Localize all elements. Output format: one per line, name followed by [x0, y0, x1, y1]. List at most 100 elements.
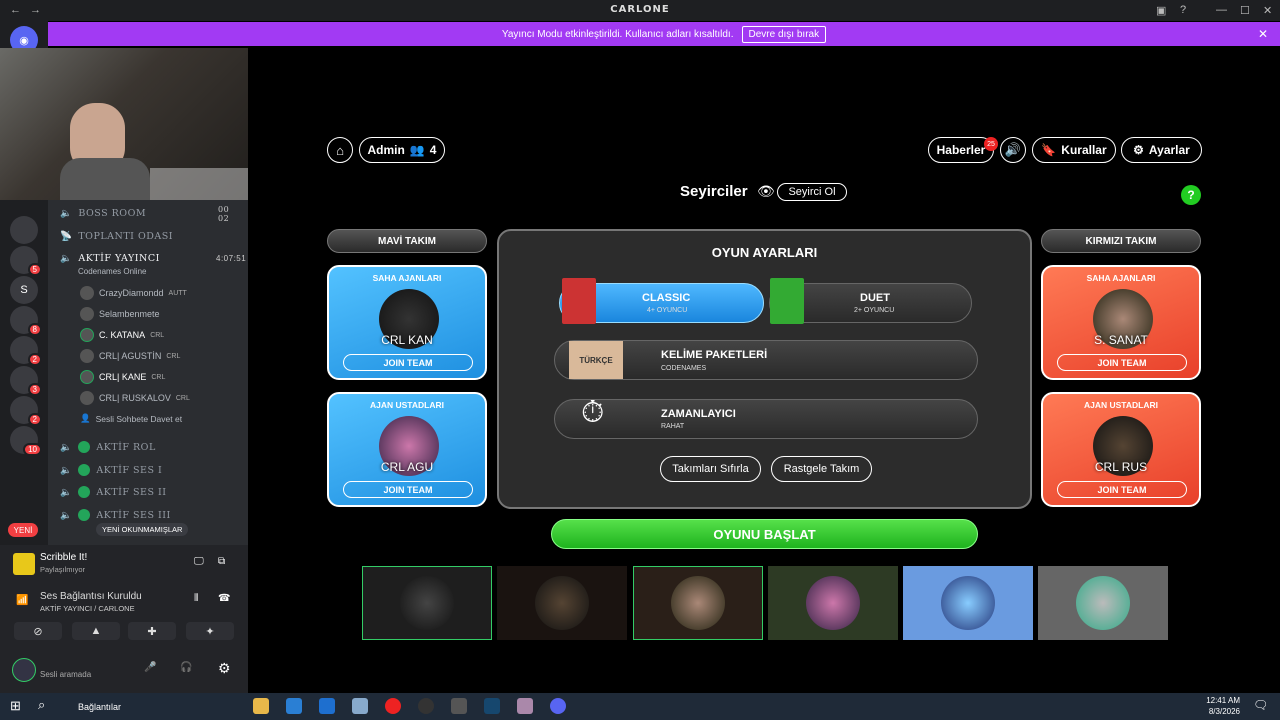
- camera-off-button[interactable]: ⊘: [14, 622, 62, 640]
- card-title: AJAN USTADLARI: [1084, 400, 1158, 410]
- word-packs-option[interactable]: TÜRKÇE KELİME PAKETLERİ CODENAMES: [554, 340, 978, 380]
- steam-icon[interactable]: [484, 698, 500, 714]
- streamer-mode-banner: Yayıncı Modu etkinleştirildi. Kullanıcı …: [48, 22, 1280, 46]
- server-icon[interactable]: 5: [10, 246, 42, 276]
- notification-badge: 8: [27, 323, 42, 336]
- voice-channel-name[interactable]: AKTİF YAYINCI / CARLONE: [40, 604, 135, 613]
- speaker-icon: 🔈: [60, 486, 73, 498]
- voice-user[interactable]: CrazyDiamondd AUTT: [80, 286, 187, 300]
- timer-option[interactable]: ⏱ ZAMANLAYICI RAHAT: [554, 396, 978, 439]
- search-icon[interactable]: ⌕: [38, 697, 45, 713]
- app-icon[interactable]: [517, 698, 533, 714]
- settings-button[interactable]: ⚙ Ayarlar: [1121, 137, 1202, 163]
- noise-icon[interactable]: ⦀: [194, 593, 198, 604]
- voice-channel[interactable]: 🔈 AKTİF SES II: [60, 486, 166, 498]
- forward-arrow-icon[interactable]: →: [30, 4, 41, 16]
- maximize-button[interactable]: ☐: [1240, 4, 1250, 17]
- microphone-icon[interactable]: 🎤: [144, 662, 156, 673]
- speaker-icon: 🔈: [60, 253, 73, 264]
- invite-to-voice[interactable]: 👤 Sesli Sohbete Davet et: [80, 413, 182, 424]
- disable-streamer-mode-button[interactable]: Devre dışı bırak: [741, 25, 827, 43]
- join-team-button[interactable]: JOIN TEAM: [343, 354, 473, 371]
- random-team-button[interactable]: Rastgele Takım: [771, 456, 872, 482]
- screen-share-icon[interactable]: 🖵: [194, 556, 204, 567]
- voice-channel[interactable]: 🔈 AKTİF ROL: [60, 441, 156, 453]
- join-team-button[interactable]: JOIN TEAM: [1057, 354, 1187, 371]
- opera-icon[interactable]: [385, 698, 401, 714]
- participant-tile[interactable]: [633, 566, 763, 640]
- notification-badge: 2: [27, 413, 42, 426]
- popout-icon[interactable]: ⧉: [218, 556, 225, 567]
- windows-start-icon[interactable]: ⊞: [10, 698, 21, 714]
- admin-button[interactable]: Admin 👥 4: [359, 137, 445, 163]
- voice-user[interactable]: Selambenmete: [80, 307, 160, 321]
- help-button[interactable]: ?: [1181, 185, 1201, 205]
- notification-badge: 10: [23, 443, 42, 456]
- participant-tile[interactable]: [497, 566, 627, 640]
- card-title: AJAN USTADLARI: [370, 400, 444, 410]
- start-game-button[interactable]: OYUNU BAŞLAT: [551, 519, 978, 549]
- spectate-button[interactable]: Seyirci Ol: [777, 183, 847, 201]
- participant-tile[interactable]: [768, 566, 898, 640]
- back-arrow-icon[interactable]: ←: [10, 4, 21, 16]
- taskbar-label[interactable]: Bağlantılar: [78, 702, 121, 712]
- reset-teams-button[interactable]: Takımları Sıfırla: [660, 456, 761, 482]
- file-explorer-icon[interactable]: [253, 698, 269, 714]
- sound-icon[interactable]: 🔊: [1000, 137, 1026, 163]
- join-team-button[interactable]: JOIN TEAM: [1057, 481, 1187, 498]
- voice-user[interactable]: CRL| RUSKALOV CRL: [80, 391, 190, 405]
- channel-aktif-yayinci[interactable]: 🔈 AKTİF YAYINCI 4:07:51: [60, 253, 246, 264]
- channel-toplanti[interactable]: 📡 TOPLANTI ODASI: [60, 231, 173, 242]
- participant-tile[interactable]: [1038, 566, 1168, 640]
- soundboard-button[interactable]: ✦: [186, 622, 234, 640]
- store-icon[interactable]: [319, 698, 335, 714]
- participant-tile[interactable]: [903, 566, 1033, 640]
- new-unreads-pill[interactable]: YENİ OKUNMAMIŞLAR: [96, 523, 189, 536]
- avatar: [806, 576, 860, 630]
- rules-button[interactable]: 🔖 Kurallar: [1032, 137, 1116, 163]
- voice-channel[interactable]: 🔈 AKTİF SES I: [60, 464, 162, 476]
- server-icon[interactable]: YENİ: [8, 523, 38, 537]
- server-icon[interactable]: S: [10, 276, 38, 304]
- server-icon[interactable]: 8: [10, 306, 42, 336]
- home-icon[interactable]: ⌂: [327, 137, 353, 163]
- outlook-icon[interactable]: [286, 698, 302, 714]
- server-icon[interactable]: 10: [10, 426, 42, 456]
- voice-user[interactable]: C. KATANA CRL: [80, 328, 164, 342]
- screen-share-button[interactable]: ▲: [72, 622, 120, 640]
- help-icon[interactable]: ?: [1180, 4, 1186, 16]
- join-team-button[interactable]: JOIN TEAM: [343, 481, 473, 498]
- disconnect-icon[interactable]: ☎: [218, 593, 230, 604]
- activities-button[interactable]: ✚: [128, 622, 176, 640]
- discord-icon[interactable]: [550, 698, 566, 714]
- headphones-icon[interactable]: 🎧: [180, 662, 192, 673]
- voice-user[interactable]: CRL| KANE CRL: [80, 370, 165, 384]
- close-icon[interactable]: ✕: [1258, 27, 1268, 41]
- inbox-icon[interactable]: ▣: [1156, 4, 1166, 17]
- duet-box-image: [770, 278, 804, 324]
- speaker-icon: 🔈: [60, 208, 73, 219]
- notification-icon[interactable]: 🗨: [1253, 698, 1268, 712]
- classic-mode-option[interactable]: CLASSIC 4+ OYUNCU: [559, 278, 764, 324]
- window-title: CARLONE: [610, 4, 670, 15]
- server-icon[interactable]: 2: [10, 396, 42, 426]
- avatar: [400, 576, 454, 630]
- server-icon[interactable]: [10, 216, 38, 244]
- server-icon[interactable]: 3: [10, 366, 42, 396]
- voice-channel[interactable]: 🔈 AKTİF SES III: [60, 509, 171, 521]
- channel-boss-room[interactable]: 🔈 BOSS ROOM 00 02: [60, 205, 229, 223]
- voice-user[interactable]: CRL| AGUSTİN CRL: [80, 349, 180, 363]
- red-team-header: KIRMIZI TAKIM: [1041, 229, 1201, 253]
- settings-icon[interactable]: [451, 698, 467, 714]
- banner-message: Yayıncı Modu etkinleştirildi. Kullanıcı …: [501, 28, 734, 40]
- app-icon[interactable]: [352, 698, 368, 714]
- bookmark-icon: 🔖: [1041, 143, 1057, 157]
- close-window-button[interactable]: ✕: [1263, 4, 1272, 17]
- server-icon[interactable]: 2: [10, 336, 42, 366]
- avatar[interactable]: [12, 658, 36, 682]
- duet-mode-option[interactable]: DUET 2+ OYUNCU: [769, 278, 972, 324]
- app-icon[interactable]: [418, 698, 434, 714]
- gear-icon[interactable]: ⚙: [218, 660, 231, 677]
- participant-tile[interactable]: [362, 566, 492, 640]
- minimize-button[interactable]: —: [1216, 4, 1227, 16]
